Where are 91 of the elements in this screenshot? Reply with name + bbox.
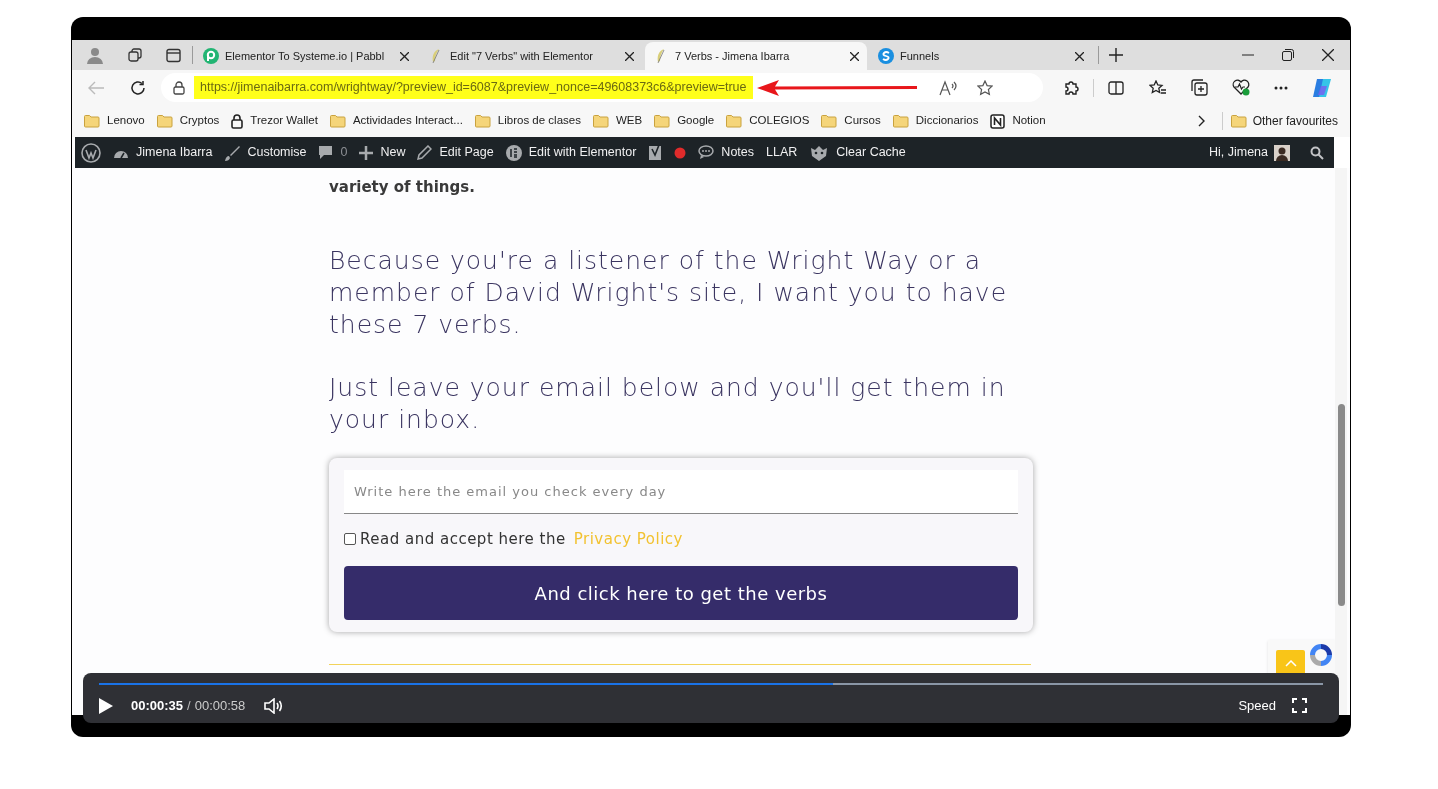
volume-icon[interactable] bbox=[264, 697, 284, 714]
read-aloud-icon[interactable] bbox=[938, 79, 957, 96]
close-icon[interactable] bbox=[1075, 51, 1084, 61]
status-dot-icon bbox=[674, 146, 687, 159]
scroll-to-top-button[interactable] bbox=[1276, 650, 1305, 676]
admin-bar-item[interactable]: Customise bbox=[224, 143, 307, 162]
restore-icon[interactable] bbox=[1282, 49, 1294, 61]
fullscreen-icon[interactable] bbox=[1292, 698, 1307, 714]
speed-button[interactable]: Speed bbox=[1238, 696, 1276, 716]
close-icon[interactable] bbox=[400, 51, 409, 61]
app-logo-icon bbox=[203, 48, 219, 64]
favourites-icon[interactable] bbox=[1149, 79, 1166, 96]
copilot-icon[interactable] bbox=[1311, 76, 1333, 99]
notebook-icon bbox=[990, 113, 1006, 129]
consent-checkbox[interactable] bbox=[344, 532, 356, 545]
new-tab-icon[interactable] bbox=[1109, 48, 1123, 62]
folder-icon bbox=[592, 114, 609, 128]
admin-bar-item[interactable]: Clear Cache bbox=[809, 143, 906, 162]
collections-icon[interactable] bbox=[1191, 79, 1208, 96]
bookmark-item[interactable]: Diccionarios bbox=[892, 112, 979, 130]
folder-icon bbox=[329, 114, 346, 128]
folder-icon bbox=[1230, 114, 1247, 128]
bookmark-item[interactable]: Other favourites bbox=[1230, 112, 1338, 130]
padlock-icon bbox=[231, 113, 244, 129]
admin-bar-item[interactable]: Jimena Ibarra bbox=[113, 143, 213, 162]
close-icon[interactable] bbox=[850, 51, 859, 61]
browser-tab[interactable]: 7 Verbs - Jimena Ibarra bbox=[645, 42, 867, 70]
favourite-star-icon[interactable] bbox=[976, 79, 993, 96]
avatar-icon[interactable] bbox=[1274, 144, 1290, 161]
reload-icon[interactable] bbox=[130, 79, 146, 96]
heart-pulse-icon[interactable] bbox=[1232, 79, 1250, 96]
close-icon[interactable] bbox=[1322, 49, 1334, 61]
bookmark-item[interactable]: Notion bbox=[990, 112, 1046, 130]
close-icon[interactable] bbox=[625, 51, 634, 61]
play-button[interactable] bbox=[99, 696, 115, 715]
lock-icon bbox=[173, 80, 185, 95]
pencil-icon bbox=[417, 145, 433, 160]
get-verbs-button[interactable]: And click here to get the verbs bbox=[344, 566, 1018, 620]
bookmark-item[interactable]: Trezor Wallet bbox=[231, 112, 318, 130]
extensions-icon[interactable] bbox=[1063, 79, 1079, 96]
folder-icon bbox=[892, 114, 909, 128]
tab-actions-icon[interactable] bbox=[165, 47, 181, 63]
bookmark-item[interactable]: Libros de clases bbox=[474, 112, 581, 130]
current-time: 00:00:35 bbox=[131, 697, 184, 715]
profile-icon[interactable] bbox=[85, 46, 104, 64]
admin-bar-item[interactable]: Notes bbox=[698, 143, 754, 162]
address-field[interactable]: https://jimenaibarra.com/wrightway/?preview_id=6087&preview_nonce=49608373c6&preview=true bbox=[161, 73, 1043, 102]
wordpress-icon[interactable] bbox=[81, 142, 101, 163]
search-icon[interactable] bbox=[1310, 145, 1324, 160]
animal-head-icon bbox=[809, 144, 830, 161]
chevron-right-icon[interactable] bbox=[1197, 115, 1206, 127]
more-icon[interactable] bbox=[1274, 85, 1288, 90]
bookmark-item[interactable]: COLEGIOS bbox=[726, 112, 810, 130]
split-screen-icon[interactable] bbox=[1108, 79, 1124, 96]
folder-icon bbox=[84, 114, 100, 128]
bookmark-item[interactable]: Google bbox=[654, 112, 715, 130]
heading-text: Because you're a listener of the Wright Way or a member of David Wright's site, I want you to have these 7 verbs. bbox=[329, 244, 1009, 341]
folder-icon bbox=[821, 114, 838, 128]
bookmark-item[interactable]: WEB bbox=[592, 112, 643, 130]
folder-icon bbox=[474, 114, 491, 128]
folder-icon bbox=[654, 114, 671, 128]
brush-icon bbox=[224, 144, 241, 161]
paragraph-text: variety of things. bbox=[329, 177, 476, 198]
email-field[interactable]: Write here the email you check every day bbox=[344, 469, 1018, 514]
recaptcha-icon bbox=[1310, 644, 1332, 666]
time-separator: / bbox=[187, 697, 191, 715]
admin-bar-item[interactable]: Edit Page bbox=[417, 143, 494, 162]
plus-icon bbox=[359, 145, 374, 160]
consent-text: Read and accept here the bbox=[360, 528, 566, 550]
seo-plugin-icon[interactable] bbox=[648, 144, 663, 161]
admin-bar-item[interactable]: LLAR bbox=[766, 143, 798, 162]
scrollbar-thumb[interactable] bbox=[1337, 404, 1345, 606]
admin-bar-item[interactable]: Edit with Elementor bbox=[505, 143, 637, 162]
comment-icon bbox=[318, 145, 334, 160]
elementor-icon bbox=[505, 144, 522, 161]
bookmark-item[interactable]: Cryptos bbox=[156, 112, 220, 130]
url-text: https://jimenaibarra.com/wrightway/?preview_id=6087&preview_nonce=49608373c6&preview=true bbox=[194, 76, 753, 99]
bookmark-item[interactable]: Actividades Interact... bbox=[329, 112, 463, 130]
round-logo-icon bbox=[878, 48, 894, 64]
bookmark-item[interactable]: Cursos bbox=[821, 112, 881, 130]
admin-bar-item[interactable]: New bbox=[359, 143, 406, 162]
workspaces-icon[interactable] bbox=[126, 47, 143, 63]
duration-time: 00:00:58 bbox=[194, 697, 246, 715]
folder-icon bbox=[726, 114, 743, 128]
speech-bubble-icon bbox=[698, 145, 715, 160]
heading-text: Just leave your email below and you'll get them in your inbox. bbox=[329, 371, 1007, 436]
chevron-up-icon bbox=[1284, 659, 1297, 667]
bookmark-item[interactable]: Lenovo bbox=[84, 112, 145, 130]
comment-count[interactable]: 0 bbox=[318, 143, 348, 162]
folder-icon bbox=[156, 114, 173, 128]
greeting-text[interactable]: Hi, Jimena bbox=[1208, 143, 1268, 162]
